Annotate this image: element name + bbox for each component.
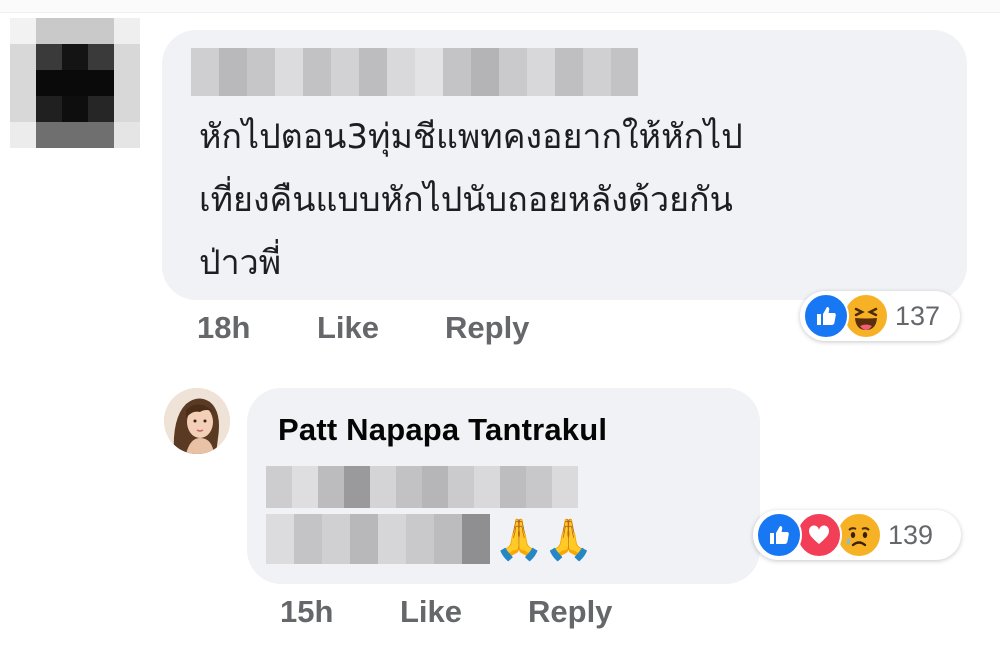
like-icon — [756, 512, 802, 558]
timestamp[interactable]: 18h — [197, 310, 250, 346]
like-link[interactable]: Like — [400, 594, 462, 630]
reaction-summary[interactable]: 137 — [800, 291, 960, 341]
comment-line: หักไปตอน3ทุ่มชีแพทคงอยากให้หักไป — [199, 117, 743, 157]
profile-avatar[interactable] — [164, 388, 230, 454]
like-link[interactable]: Like — [317, 310, 379, 346]
reaction-count: 137 — [895, 300, 941, 331]
timestamp[interactable]: 15h — [280, 594, 333, 630]
reply-link[interactable]: Reply — [528, 594, 612, 630]
top-divider — [0, 0, 1000, 13]
comment-line: ป่าวพี่ — [199, 243, 282, 283]
comment-line: เที่ยงคืนแบบหักไปนับถอยหลังด้วยกัน — [199, 180, 733, 220]
sad-icon — [836, 512, 882, 558]
reaction-count: 139 — [888, 519, 934, 550]
blurred-reply-text — [266, 514, 490, 564]
comment-text: หักไปตอน3ทุ่มชีแพทคงอยากให้หักไป เที่ยงค… — [199, 106, 939, 295]
censored-avatar[interactable] — [10, 18, 140, 148]
blurred-author-name[interactable] — [191, 48, 638, 96]
author-name[interactable]: Patt Napapa Tantrakul — [278, 412, 607, 448]
reply-link[interactable]: Reply — [445, 310, 529, 346]
blurred-reply-text — [266, 466, 578, 508]
love-icon — [796, 512, 842, 558]
praying-hands-emoji: 🙏🙏 — [494, 518, 594, 562]
haha-icon — [843, 293, 889, 339]
reaction-summary[interactable]: 139 — [753, 510, 961, 560]
like-icon — [803, 293, 849, 339]
